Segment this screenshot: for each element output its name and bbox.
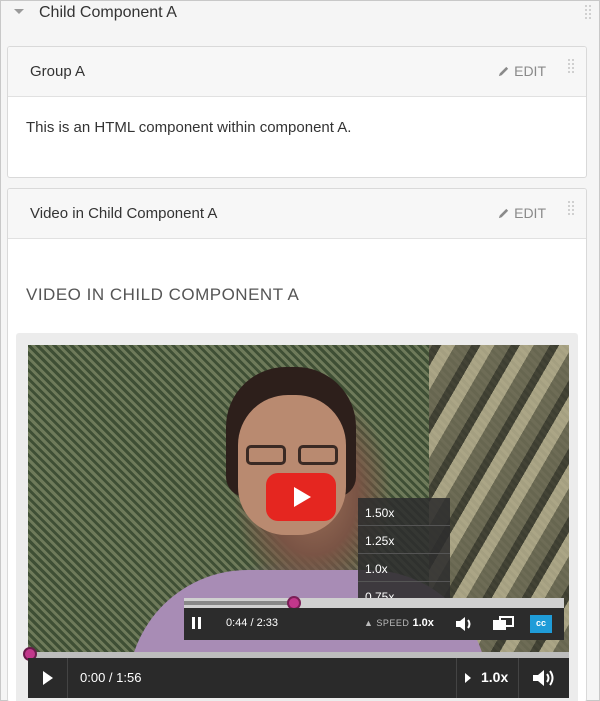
play-icon[interactable] <box>28 658 68 698</box>
video-panel-title: Video in Child Component A <box>30 205 218 222</box>
video-subject-glasses <box>246 445 342 467</box>
closed-captions-button[interactable]: cc <box>530 615 552 633</box>
video-player: 1.50x 1.25x 1.0x 0.75x 0:44 / 2:33 ▲ SPE… <box>16 333 578 701</box>
group-a-panel-header: Group A EDIT <box>8 47 586 97</box>
drag-handle-icon[interactable] <box>568 201 576 221</box>
outer-speed-value: 1.0x <box>481 669 509 685</box>
pause-icon[interactable] <box>190 617 204 631</box>
pencil-icon <box>498 66 509 76</box>
html-component-text: This is an HTML component within compone… <box>26 119 352 136</box>
group-a-title: Group A <box>30 63 86 80</box>
speed-option-1-25[interactable]: 1.25x <box>358 526 450 554</box>
outer-time-display: 0:00 / 1:56 <box>80 670 142 685</box>
inner-control-bar: 0:44 / 2:33 ▲ SPEED 1.0x cc <box>184 608 564 640</box>
speed-menu: 1.50x 1.25x 1.0x 0.75x <box>358 498 450 610</box>
caret-down-icon[interactable] <box>14 9 24 14</box>
pencil-icon <box>498 208 509 218</box>
video-heading: VIDEO IN CHILD COMPONENT A <box>26 285 300 304</box>
child-component-title: Child Component A <box>39 4 177 21</box>
studio-unit-container: Child Component A Group A EDIT This is a… <box>0 0 600 701</box>
video-panel-header: Video in Child Component A EDIT <box>8 189 586 239</box>
video-panel: Video in Child Component A EDIT VIDEO IN… <box>7 188 587 701</box>
edit-label: EDIT <box>514 63 546 79</box>
volume-icon[interactable] <box>518 658 569 698</box>
outer-speed-button[interactable]: 1.0x <box>456 658 518 698</box>
speed-option-1-0[interactable]: 1.0x <box>358 554 450 582</box>
speed-label: SPEED <box>376 618 410 628</box>
group-a-panel: Group A EDIT This is an HTML component w… <box>7 46 587 178</box>
inner-time-display: 0:44 / 2:33 <box>226 617 278 629</box>
inner-speed-value: 1.0x <box>412 617 434 629</box>
inner-progress-bar[interactable] <box>184 596 564 610</box>
fullscreen-icon[interactable] <box>492 616 514 632</box>
group-a-edit-button[interactable]: EDIT <box>497 63 546 79</box>
drag-handle-icon[interactable] <box>568 59 576 79</box>
video-edit-button[interactable]: EDIT <box>497 205 546 221</box>
inner-progress-fill <box>184 601 295 605</box>
inner-speed-button[interactable]: ▲ SPEED 1.0x <box>364 617 434 629</box>
volume-icon[interactable] <box>454 614 476 634</box>
outer-control-bar: 0:00 / 1:56 1.0x <box>28 658 569 698</box>
youtube-play-button[interactable] <box>266 473 336 521</box>
speed-caret-label: ▲ <box>364 618 377 628</box>
video-frame[interactable]: 1.50x 1.25x 1.0x 0.75x 0:44 / 2:33 ▲ SPE… <box>28 345 569 652</box>
drag-handle-icon[interactable] <box>585 5 593 25</box>
child-component-header[interactable]: Child Component A <box>1 1 599 31</box>
speed-arrow-icon <box>465 673 471 683</box>
edit-label: EDIT <box>514 205 546 221</box>
speed-option-1-50[interactable]: 1.50x <box>358 498 450 526</box>
